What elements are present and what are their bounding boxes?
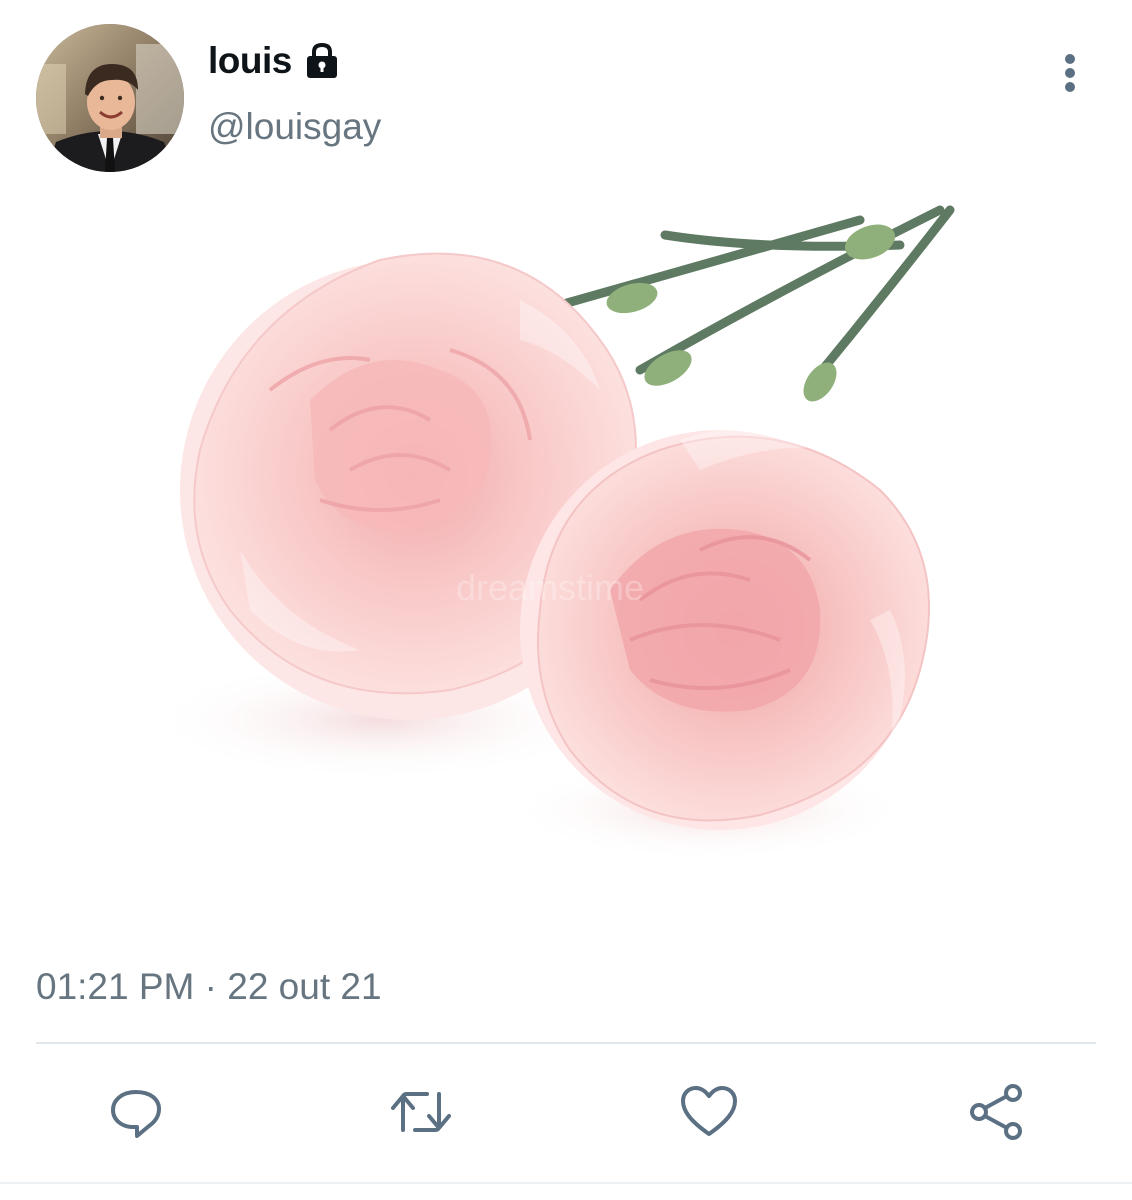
user-handle[interactable]: @louisgay (208, 106, 381, 148)
divider (36, 1042, 1096, 1044)
tweet-media-image[interactable]: dreamstime (120, 190, 1000, 910)
heart-icon (681, 1086, 737, 1136)
display-name[interactable]: louis (208, 40, 292, 82)
tweet-card: louis @louisgay dreamstime 01:21 PM · 22… (0, 0, 1132, 1200)
reply-button[interactable] (104, 1080, 168, 1144)
watermark-text: dreamstime (456, 567, 644, 608)
more-vertical-icon (1065, 54, 1075, 92)
avatar[interactable] (36, 24, 184, 172)
lock-icon (302, 41, 342, 81)
name-row: louis (208, 40, 342, 82)
share-button[interactable] (965, 1080, 1029, 1144)
reply-icon (111, 1090, 161, 1138)
carnation-photo: dreamstime (150, 205, 955, 860)
retweet-icon (391, 1092, 451, 1132)
bottom-divider (0, 1182, 1132, 1184)
retweet-button[interactable] (389, 1080, 453, 1144)
like-button[interactable] (677, 1080, 741, 1144)
share-icon (970, 1084, 1022, 1140)
tweet-timestamp[interactable]: 01:21 PM · 22 out 21 (36, 966, 382, 1008)
more-options-button[interactable] (1048, 48, 1092, 98)
